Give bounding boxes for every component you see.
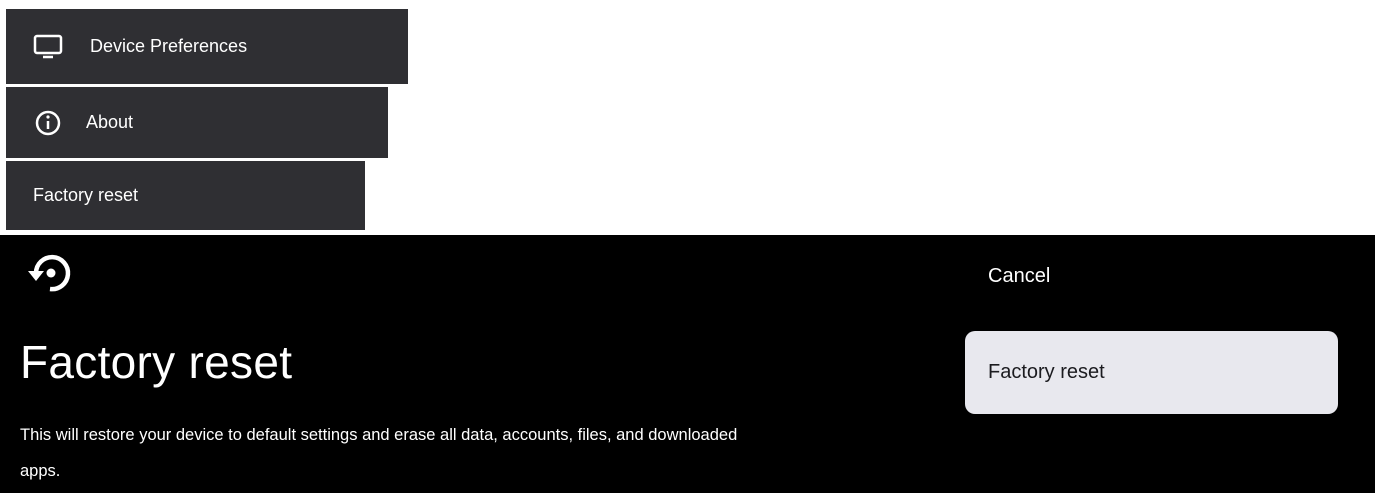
- factory-reset-dialog: Factory reset This will restore your dev…: [0, 235, 1375, 493]
- menu-item-factory-reset[interactable]: Factory reset: [6, 161, 365, 230]
- dialog-description: This will restore your device to default…: [20, 426, 738, 480]
- tv-icon: [32, 31, 64, 63]
- menu-item-label: About: [86, 112, 134, 132]
- menu-item-device-preferences[interactable]: Device Preferences: [6, 9, 408, 84]
- cancel-button[interactable]: Cancel: [988, 265, 1050, 288]
- info-icon: [32, 107, 64, 139]
- dialog-title: Factory reset: [20, 336, 293, 388]
- menu-item-about[interactable]: About: [6, 87, 388, 158]
- factory-reset-button[interactable]: Factory reset: [965, 331, 1338, 414]
- restore-icon: [22, 245, 78, 301]
- menu-item-label: Factory reset: [33, 185, 139, 205]
- menu-item-label: Device Preferences: [90, 36, 248, 56]
